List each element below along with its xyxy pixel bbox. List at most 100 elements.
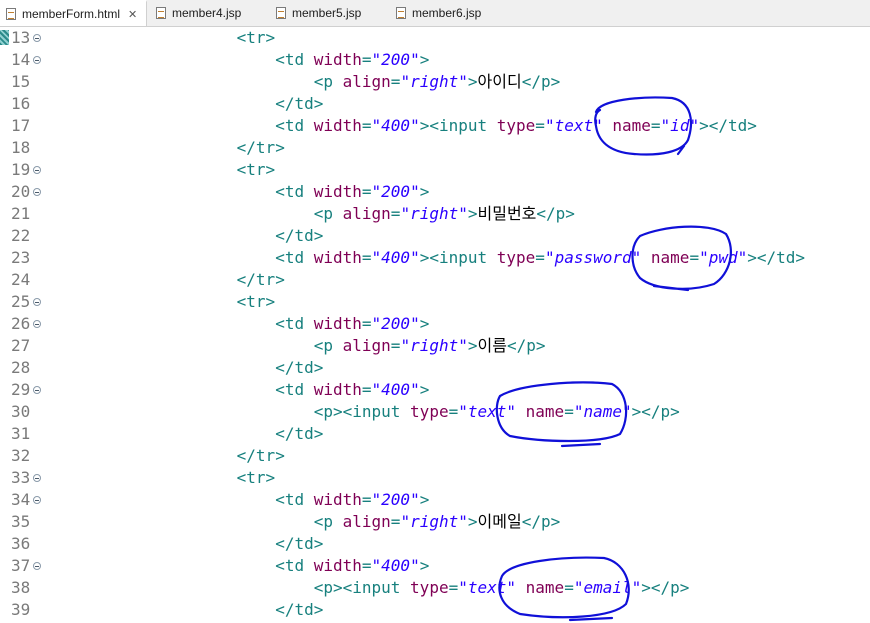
code-token-tag: </p> — [536, 204, 575, 223]
tab-member6-jsp[interactable]: member6.jsp — [390, 0, 508, 26]
fold-collapse-icon[interactable] — [33, 496, 41, 504]
fold-collapse-icon[interactable] — [33, 166, 41, 174]
code-token-attr: width — [313, 182, 362, 201]
fold-collapse-icon[interactable] — [33, 56, 41, 64]
code-line[interactable]: 31 </td> — [0, 423, 870, 445]
code-token-val: "email" — [573, 578, 642, 597]
code-line[interactable]: 20 <td width="200"> — [0, 181, 870, 203]
code-line[interactable]: 24 </tr> — [0, 269, 870, 291]
code-token-tag: <td — [275, 116, 314, 135]
line-number: 19 — [11, 160, 31, 179]
tab-memberform-html[interactable]: memberForm.html ✕ — [0, 0, 147, 26]
close-tab-icon[interactable]: ✕ — [128, 8, 137, 21]
code-line[interactable]: 18 </tr> — [0, 137, 870, 159]
code-token-val: "200" — [371, 314, 420, 333]
code-token-tag: </td> — [275, 424, 324, 443]
code-token-val: "password" — [544, 248, 642, 267]
code-token-tag: <tr> — [236, 28, 276, 47]
code-token-val: "text" — [544, 116, 603, 135]
line-number: 28 — [11, 358, 31, 377]
code-line[interactable]: 29 <td width="400"> — [0, 379, 870, 401]
code-line[interactable]: 39 </td> — [0, 599, 870, 621]
code-token-txt: 아이디 — [477, 72, 522, 91]
code-line[interactable]: 36 </td> — [0, 533, 870, 555]
code-token-tag: </td> — [275, 600, 324, 619]
code-token-attr: width — [313, 116, 362, 135]
code-token-val: "right" — [400, 336, 468, 355]
code-line[interactable]: 19 <tr> — [0, 159, 870, 181]
code-text: <p align="right">비밀번호</p> — [44, 203, 575, 225]
code-line[interactable]: 32 </tr> — [0, 445, 870, 467]
code-text: <td width="200"> — [44, 313, 429, 335]
fold-collapse-icon[interactable] — [33, 386, 41, 394]
code-text: <tr> — [44, 159, 276, 181]
jsp-file-icon — [156, 7, 166, 19]
code-line[interactable]: 21 <p align="right">비밀번호</p> — [0, 203, 870, 225]
code-token-tag: > — [419, 380, 430, 399]
code-token-tag: <td — [275, 50, 314, 69]
code-token-tag: ></td> — [747, 248, 806, 267]
code-line[interactable]: 34 <td width="200"> — [0, 489, 870, 511]
code-token-tag: ></p> — [641, 578, 690, 597]
code-token-tag: ></p> — [631, 402, 680, 421]
code-line[interactable]: 14 <td width="200"> — [0, 49, 870, 71]
code-line[interactable]: 17 <td width="400"><input type="text" na… — [0, 115, 870, 137]
code-token-val: "right" — [400, 204, 468, 223]
code-line[interactable]: 33 <tr> — [0, 467, 870, 489]
code-token-attr: width — [313, 490, 362, 509]
code-token-tag: ><input — [419, 116, 497, 135]
tab-member4-jsp[interactable]: member4.jsp — [150, 0, 268, 26]
code-token-tag: <td — [275, 314, 314, 333]
code-text: </tr> — [44, 445, 285, 467]
fold-collapse-icon[interactable] — [33, 320, 41, 328]
html-file-icon — [6, 8, 16, 20]
code-token-attr: width — [313, 556, 362, 575]
code-line[interactable]: 23 <td width="400"><input type="password… — [0, 247, 870, 269]
code-line[interactable]: 38 <p><input type="text" name="email"></… — [0, 577, 870, 599]
code-line[interactable]: 27 <p align="right">이름</p> — [0, 335, 870, 357]
code-token-attr: width — [313, 314, 362, 333]
fold-collapse-icon[interactable] — [33, 298, 41, 306]
code-token-tag: = — [361, 556, 372, 575]
line-number: 37 — [11, 556, 31, 575]
code-text: <td width="200"> — [44, 181, 429, 203]
code-line[interactable]: 37 <td width="400"> — [0, 555, 870, 577]
code-line[interactable]: 26 <td width="200"> — [0, 313, 870, 335]
code-text: </td> — [44, 93, 323, 115]
fold-collapse-icon[interactable] — [33, 188, 41, 196]
code-line[interactable]: 15 <p align="right">아이디</p> — [0, 71, 870, 93]
code-text: <p align="right">이름</p> — [44, 335, 546, 357]
line-number: 39 — [11, 600, 31, 619]
code-token-val: "id" — [660, 116, 700, 135]
fold-collapse-icon[interactable] — [33, 474, 41, 482]
line-number: 31 — [11, 424, 31, 443]
code-token-tag: = — [448, 578, 459, 597]
code-line[interactable]: 25 <tr> — [0, 291, 870, 313]
code-line[interactable]: 30 <p><input type="text" name="name"></p… — [0, 401, 870, 423]
code-token-val: "pwd" — [699, 248, 748, 267]
tab-label: member5.jsp — [292, 6, 362, 20]
line-number: 14 — [11, 50, 31, 69]
code-text: <td width="200"> — [44, 489, 429, 511]
code-token-attr: width — [313, 248, 362, 267]
code-token-attr: type — [410, 578, 449, 597]
line-number: 29 — [11, 380, 31, 399]
jsp-file-icon — [396, 7, 406, 19]
code-line[interactable]: 16 </td> — [0, 93, 870, 115]
code-token-val: "400" — [371, 116, 420, 135]
fold-collapse-icon[interactable] — [33, 562, 41, 570]
code-token-attr: type — [496, 116, 536, 135]
code-token-tag: </tr> — [236, 138, 285, 157]
code-line[interactable]: 13 <tr> — [0, 27, 870, 49]
tab-member5-jsp[interactable]: member5.jsp — [270, 0, 388, 26]
code-token-tag: = — [390, 72, 401, 91]
code-editor[interactable]: 13 <tr> 14 <td width="200"> 15 <p align="r… — [0, 27, 870, 623]
code-line[interactable]: 22 </td> — [0, 225, 870, 247]
code-text: <p align="right">아이디</p> — [44, 71, 561, 93]
code-token-val: "right" — [400, 72, 468, 91]
fold-collapse-icon[interactable] — [33, 34, 41, 42]
code-token-tag: = — [650, 116, 661, 135]
tab-label: member4.jsp — [172, 6, 242, 20]
code-line[interactable]: 28 </td> — [0, 357, 870, 379]
code-line[interactable]: 35 <p align="right">이메일</p> — [0, 511, 870, 533]
